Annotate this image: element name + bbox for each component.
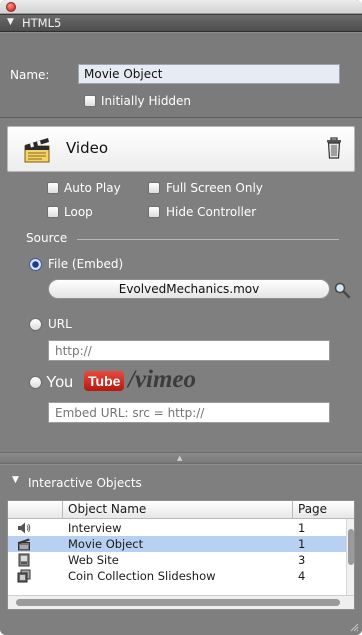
full-screen-only-checkbox[interactable] xyxy=(148,182,160,194)
slideshow-icon xyxy=(17,569,31,583)
auto-play-label: Auto Play xyxy=(64,181,121,195)
object-name: Movie Object xyxy=(68,537,144,551)
resize-grip-icon[interactable] xyxy=(349,622,359,632)
source-separator xyxy=(77,239,339,240)
embed-radio[interactable] xyxy=(29,376,42,389)
table-header: Object Name Page xyxy=(8,501,354,519)
column-divider xyxy=(62,501,63,519)
web-widget-icon xyxy=(18,553,30,567)
trash-icon[interactable] xyxy=(326,137,342,159)
loop-checkbox[interactable] xyxy=(47,206,59,218)
object-name: Interview xyxy=(68,521,122,535)
html5-section-header[interactable]: ▼ HTML5 xyxy=(0,14,362,32)
table-row[interactable]: Interview 1 xyxy=(8,520,348,536)
object-page: 3 xyxy=(298,553,306,567)
name-input[interactable] xyxy=(78,64,340,84)
section-title: HTML5 xyxy=(22,16,62,30)
loop-label: Loop xyxy=(64,205,93,219)
auto-play-checkbox[interactable] xyxy=(47,182,59,194)
embed-url-input[interactable] xyxy=(48,402,330,423)
pane-splitter[interactable]: ▲ xyxy=(0,452,362,464)
file-embed-label: File (Embed) xyxy=(48,257,124,271)
interactive-objects-header[interactable]: ▼ Interactive Objects xyxy=(0,472,362,494)
disclosure-triangle-icon[interactable]: ▼ xyxy=(12,475,19,485)
clapperboard-icon xyxy=(24,138,50,163)
vertical-scrollbar-thumb[interactable] xyxy=(348,529,354,565)
url-radio[interactable] xyxy=(29,318,42,331)
horizontal-scrollbar-thumb[interactable] xyxy=(16,599,340,606)
object-name: Coin Collection Slideshow xyxy=(68,569,216,583)
full-screen-only-label: Full Screen Only xyxy=(166,181,263,195)
table-row[interactable]: Coin Collection Slideshow 4 xyxy=(8,568,348,584)
video-card: Video xyxy=(7,126,355,172)
interactive-objects-table: Object Name Page Interview 1 Movie Objec… xyxy=(7,500,355,610)
interactive-objects-title: Interactive Objects xyxy=(28,476,142,490)
table-row[interactable]: Movie Object 1 xyxy=(8,536,348,552)
disclosure-triangle-icon[interactable]: ▼ xyxy=(7,17,14,27)
column-header-page[interactable]: Page xyxy=(298,502,327,516)
initially-hidden-label: Initially Hidden xyxy=(101,94,192,108)
title-bar xyxy=(0,0,362,14)
youtube-logo-you: You xyxy=(46,374,73,391)
hide-controller-checkbox[interactable] xyxy=(148,206,160,218)
object-page: 4 xyxy=(298,569,306,583)
object-name: Web Site xyxy=(68,553,119,567)
name-label: Name: xyxy=(10,68,50,82)
hide-controller-label: Hide Controller xyxy=(166,205,257,219)
speaker-icon xyxy=(18,522,31,534)
horizontal-scrollbar[interactable] xyxy=(8,595,354,609)
url-label: URL xyxy=(48,317,72,331)
object-page: 1 xyxy=(298,521,306,535)
close-button[interactable] xyxy=(6,2,16,12)
column-divider xyxy=(292,501,293,519)
video-title: Video xyxy=(66,139,109,157)
url-input[interactable] xyxy=(48,340,330,361)
object-page: 1 xyxy=(298,537,306,551)
initially-hidden-checkbox[interactable] xyxy=(84,95,96,107)
splitter-grip-icon: ▲ xyxy=(177,454,183,462)
choose-file-button[interactable]: EvolvedMechanics.mov xyxy=(48,279,330,299)
file-embed-radio[interactable] xyxy=(29,258,42,271)
column-header-object-name[interactable]: Object Name xyxy=(68,502,146,516)
table-row[interactable]: Web Site 3 xyxy=(8,552,348,568)
youtube-logo-tube: Tube xyxy=(84,371,125,391)
clapperboard-icon xyxy=(18,538,30,551)
vimeo-logo: /vimeo xyxy=(128,366,197,393)
source-label: Source xyxy=(26,231,68,245)
magnifier-icon[interactable] xyxy=(333,281,351,299)
vertical-scrollbar[interactable] xyxy=(346,519,354,597)
inspector-panel: ▼ HTML5 Name: Initially Hidden Video xyxy=(0,0,362,635)
